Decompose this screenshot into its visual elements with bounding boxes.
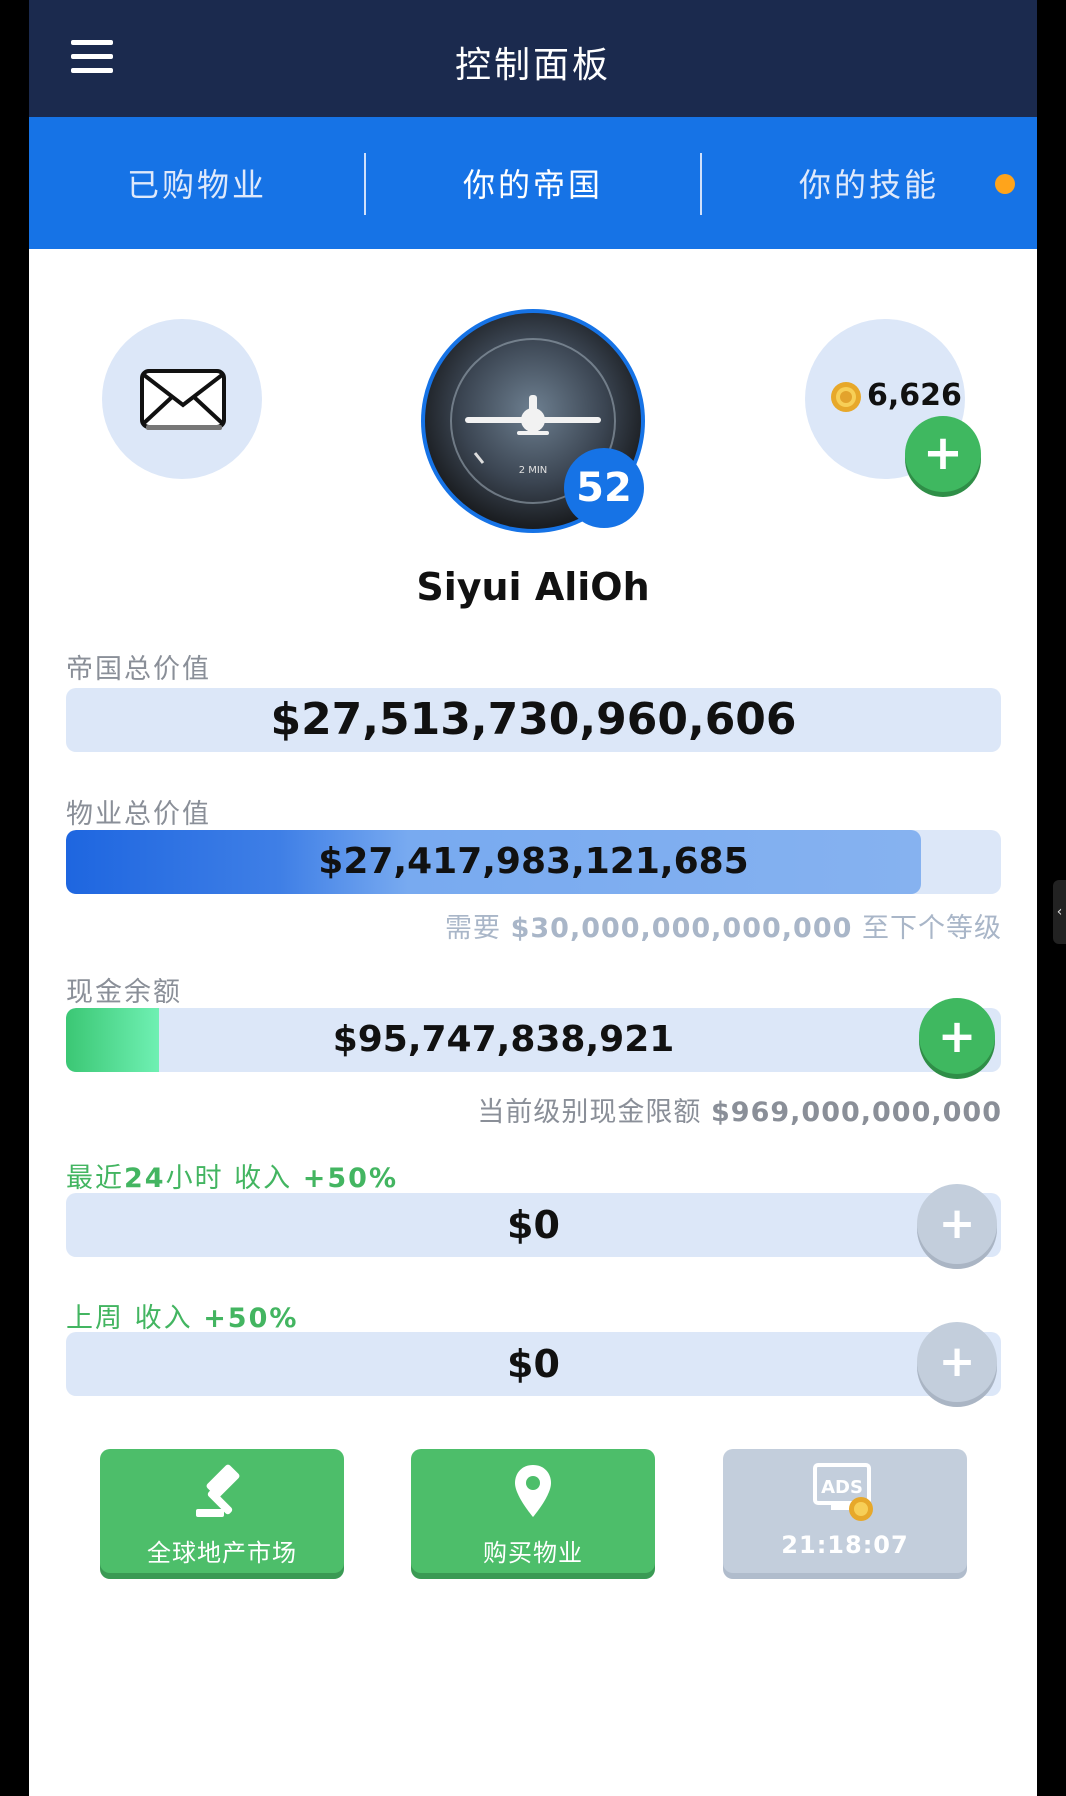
notification-dot xyxy=(995,174,1015,194)
mail-icon xyxy=(140,369,226,430)
auction-gavel-icon xyxy=(196,1464,240,1517)
next-level-prefix: 需要 xyxy=(444,913,501,944)
income-week-bar: $0 xyxy=(66,1332,1001,1396)
level-badge: 52 xyxy=(564,448,644,528)
location-pin-icon xyxy=(515,1465,551,1517)
page-title: 控制面板 xyxy=(454,45,611,86)
next-level-note: 需要 $30,000,000,000,000 至下个等级 xyxy=(445,906,1002,945)
income-week-bonus: +50% xyxy=(203,1303,299,1334)
add-cash-button[interactable]: + xyxy=(919,998,995,1074)
next-level-suffix: 至下个等级 xyxy=(862,913,1002,944)
buy-property-label: 购买物业 xyxy=(483,1539,583,1567)
ads-coin-icon: ADS xyxy=(813,1463,873,1521)
cash-bar: $95,747,838,921 xyxy=(66,1008,1001,1072)
tab-purchased-properties[interactable]: 已购物业 xyxy=(29,117,365,249)
property-value: $27,417,983,121,685 xyxy=(318,841,749,882)
dashboard-screen: 控制面板 已购物业 你的帝国 你的技能 2 MIN 52 6,626 + Siy… xyxy=(29,0,1037,1796)
mail-button[interactable] xyxy=(102,319,262,479)
boost-24h-income-button[interactable]: + xyxy=(917,1184,997,1264)
income-24h-label-c: 小时 收入 xyxy=(165,1163,293,1194)
tab-bar: 已购物业 你的帝国 你的技能 xyxy=(29,117,1037,249)
income-week-label: 上周 收入 +50% xyxy=(66,1296,298,1335)
global-property-market-button[interactable]: 全球地产市场 xyxy=(100,1449,344,1573)
ad-countdown-timer: 21:18:07 xyxy=(781,1531,909,1559)
income-week-value: $0 xyxy=(507,1342,560,1386)
side-drawer-handle[interactable]: ‹ xyxy=(1053,880,1066,944)
cash-value: $95,747,838,921 xyxy=(332,1019,675,1060)
app-bar: 控制面板 xyxy=(29,0,1037,117)
watch-ad-button[interactable]: ADS 21:18:07 xyxy=(723,1449,967,1573)
add-coins-button[interactable]: + xyxy=(905,416,981,492)
buy-property-button[interactable]: 购买物业 xyxy=(411,1449,655,1573)
income-24h-label-a: 最近 xyxy=(66,1163,124,1194)
svg-text:2 MIN: 2 MIN xyxy=(519,465,548,476)
empire-value-label: 帝国总价值 xyxy=(66,654,211,685)
income-24h-label-b: 24 xyxy=(124,1163,166,1194)
empire-value-bar: $27,513,730,960,606 xyxy=(66,688,1001,752)
property-value-label: 物业总价值 xyxy=(66,799,211,830)
cash-limit-note: 当前级别现金限额 $969,000,000,000 xyxy=(477,1090,1002,1129)
svg-text:ADS: ADS xyxy=(821,1477,863,1498)
global-property-market-label: 全球地产市场 xyxy=(147,1539,297,1567)
next-level-amount: $30,000,000,000,000 xyxy=(510,913,853,944)
income-24h-label: 最近24小时 收入 +50% xyxy=(66,1156,398,1195)
user-name: Siyui AliOh xyxy=(416,565,650,609)
boost-week-income-button[interactable]: + xyxy=(917,1322,997,1402)
tab-your-empire[interactable]: 你的帝国 xyxy=(365,117,701,249)
cash-label: 现金余额 xyxy=(66,977,182,1008)
coin-icon xyxy=(831,382,861,412)
income-24h-bonus: +50% xyxy=(302,1163,399,1194)
property-value-bar: $27,417,983,121,685 xyxy=(66,830,1001,894)
coin-count: 6,626 xyxy=(867,378,962,413)
empire-value: $27,513,730,960,606 xyxy=(270,694,797,745)
income-24h-bar: $0 xyxy=(66,1193,1001,1257)
income-24h-value: $0 xyxy=(507,1203,560,1247)
cash-limit-value: $969,000,000,000 xyxy=(711,1097,1002,1128)
tab-your-skills[interactable]: 你的技能 xyxy=(701,117,1037,249)
income-week-label-text: 上周 收入 xyxy=(66,1303,193,1334)
cash-limit-label: 当前级别现金限额 xyxy=(477,1097,702,1128)
